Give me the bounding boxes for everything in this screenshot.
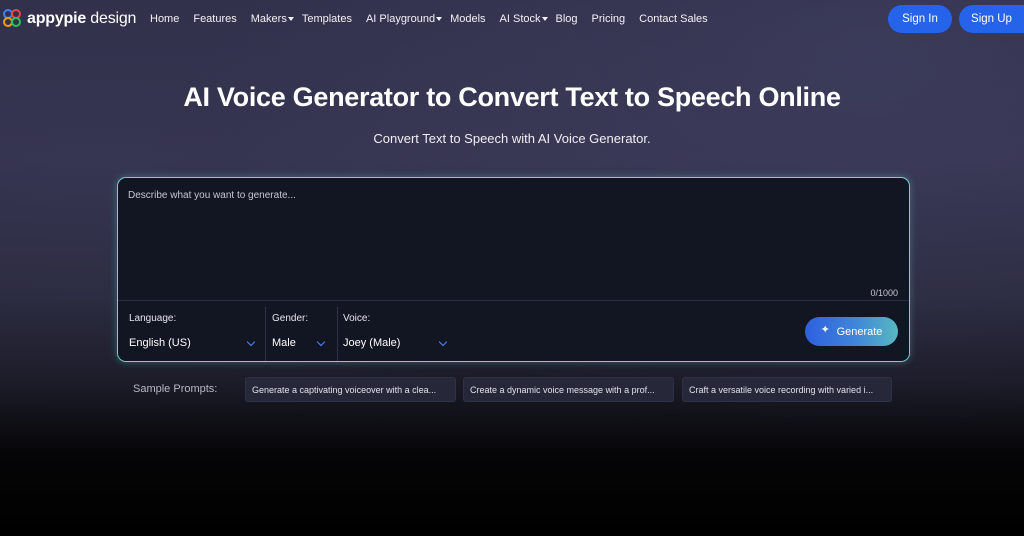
nav-link-label: Templates [301, 13, 352, 25]
brand-name-light: design [86, 10, 137, 27]
nav-link-templates[interactable]: Templates [302, 13, 352, 25]
nav-link-label: AI Playground [365, 13, 436, 25]
voice-label: Voice: [343, 313, 371, 324]
nav-link-label: Pricing [591, 13, 626, 25]
gender-value: Male [272, 337, 296, 349]
voice-select[interactable]: Voice: Joey (Male) [338, 301, 458, 361]
sample-prompt-chip[interactable]: Craft a versatile voice recording with v… [682, 377, 892, 402]
page-title: AI Voice Generator to Convert Text to Sp… [183, 82, 841, 112]
generate-button[interactable]: Generate [805, 317, 898, 346]
sign-in-button[interactable]: Sign In [888, 5, 952, 33]
language-select[interactable]: Language: English (US) [118, 301, 265, 361]
caret-down-icon [287, 17, 294, 21]
sample-prompt-text: Generate a captivating voiceover with a … [252, 384, 437, 395]
nav-link-label: Blog [555, 13, 578, 25]
caret-down-icon [541, 17, 548, 21]
language-label: Language: [129, 313, 177, 324]
nav-link-pricing[interactable]: Pricing [592, 13, 626, 25]
character-counter: 0/1000 [870, 288, 898, 298]
nav-link-models[interactable]: Models [450, 13, 485, 25]
sparkle-icon [821, 323, 832, 337]
nav-link-label: Features [193, 13, 237, 25]
language-value: English (US) [129, 337, 191, 349]
chevron-down-icon [316, 337, 326, 347]
sample-prompt-chip[interactable]: Create a dynamic voice message with a pr… [463, 377, 674, 402]
nav-link-makers[interactable]: Makers [251, 13, 294, 25]
top-navbar: appypie design Home Features Makers Temp… [0, 0, 1024, 38]
sample-prompt-text: Craft a versatile voice recording with v… [689, 384, 874, 395]
chevron-down-icon [438, 337, 448, 347]
nav-link-ai-playground[interactable]: AI Playground [365, 13, 443, 25]
brand-logo[interactable]: appypie design [2, 8, 136, 30]
voice-value: Joey (Male) [343, 337, 401, 349]
nav-link-contact-sales[interactable]: Contact Sales [639, 13, 707, 25]
generate-label: Generate [836, 325, 883, 338]
brand-name-bold: appypie [27, 10, 87, 27]
caret-down-icon [436, 17, 443, 21]
nav-link-label: Models [450, 13, 486, 25]
brand-name: appypie design [27, 10, 136, 28]
chevron-down-icon [246, 337, 256, 347]
page-subtitle: Convert Text to Speech with AI Voice Gen… [373, 131, 651, 146]
sample-prompt-chip[interactable]: Generate a captivating voiceover with a … [245, 377, 456, 402]
nav-links: Home Features Makers Templates AI Playgr… [150, 0, 708, 38]
nav-link-label: AI Stock [499, 13, 541, 25]
sign-up-button[interactable]: Sign Up [959, 5, 1024, 33]
nav-link-label: Contact Sales [639, 13, 708, 25]
voice-controls: Language: English (US) Gender: Male Voic… [118, 300, 909, 361]
nav-link-features[interactable]: Features [193, 13, 236, 25]
prompt-panel: 0/1000 Language: English (US) Gender: Ma… [117, 177, 910, 362]
sample-prompt-text: Create a dynamic voice message with a pr… [470, 384, 655, 395]
nav-link-home[interactable]: Home [150, 13, 179, 25]
sample-prompts-label: Sample Prompts: [133, 383, 218, 395]
appypie-logo-icon [2, 8, 24, 30]
gender-select[interactable]: Gender: Male [266, 301, 337, 361]
nav-link-label: Home [150, 13, 180, 25]
prompt-input[interactable] [128, 190, 898, 290]
nav-link-ai-stock[interactable]: AI Stock [500, 13, 548, 25]
nav-link-label: Makers [250, 13, 287, 25]
gender-label: Gender: [272, 313, 309, 324]
nav-link-blog[interactable]: Blog [556, 13, 578, 25]
